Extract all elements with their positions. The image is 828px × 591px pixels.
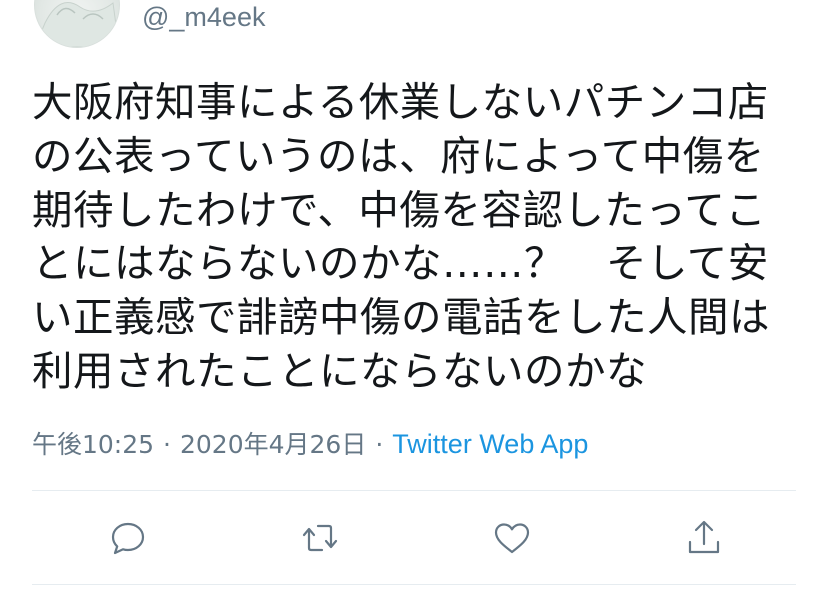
reply-button[interactable] <box>104 514 152 562</box>
share-icon <box>688 520 720 554</box>
like-icon <box>494 523 530 554</box>
divider <box>32 490 796 491</box>
tweet-date[interactable]: 2020年4月26日 <box>180 430 366 459</box>
tweet-text-line: 大阪府知事による休業しないパチンコ店 <box>32 78 769 126</box>
retweet-icon <box>302 524 338 552</box>
tweet-text-line: 利用されたことにならないのかな <box>32 346 647 395</box>
like-button[interactable] <box>488 514 536 562</box>
tweet-text-line: とにはならないのかな……？ そして安 <box>32 239 769 288</box>
meta-separator: · <box>163 430 171 459</box>
retweet-button[interactable] <box>296 514 344 562</box>
share-button[interactable] <box>680 514 728 562</box>
tweet-text-line: の公表っていうのは、府によって中傷を <box>32 131 765 180</box>
divider <box>32 584 796 585</box>
avatar-illustration-icon <box>35 2 119 47</box>
tweet-text-line: 期待したわけで、中傷を容認したってこ <box>32 185 767 234</box>
tweet-actions <box>0 508 828 568</box>
tweet-detail: @_m4eek 大阪府知事による休業しないパチンコ店 の公表っていうのは、府によ… <box>0 0 828 591</box>
meta-separator: · <box>375 430 384 459</box>
tweet-meta: 午後10:25 · 2020年4月26日 · Twitter Web App <box>32 427 588 462</box>
tweet-text-line: い正義感で誹謗中傷の電話をした人間は <box>32 293 770 342</box>
tweet-text: 大阪府知事による休業しないパチンコ店 の公表っていうのは、府によって中傷を 期待… <box>32 76 812 399</box>
tweet-header: @_m4eek <box>0 0 828 50</box>
user-handle[interactable]: @_m4eek <box>142 0 265 34</box>
tweet-source-link[interactable]: Twitter Web App <box>392 429 588 459</box>
reply-icon <box>111 522 145 555</box>
tweet-time[interactable]: 午後10:25 <box>32 430 154 459</box>
avatar[interactable] <box>34 0 120 48</box>
